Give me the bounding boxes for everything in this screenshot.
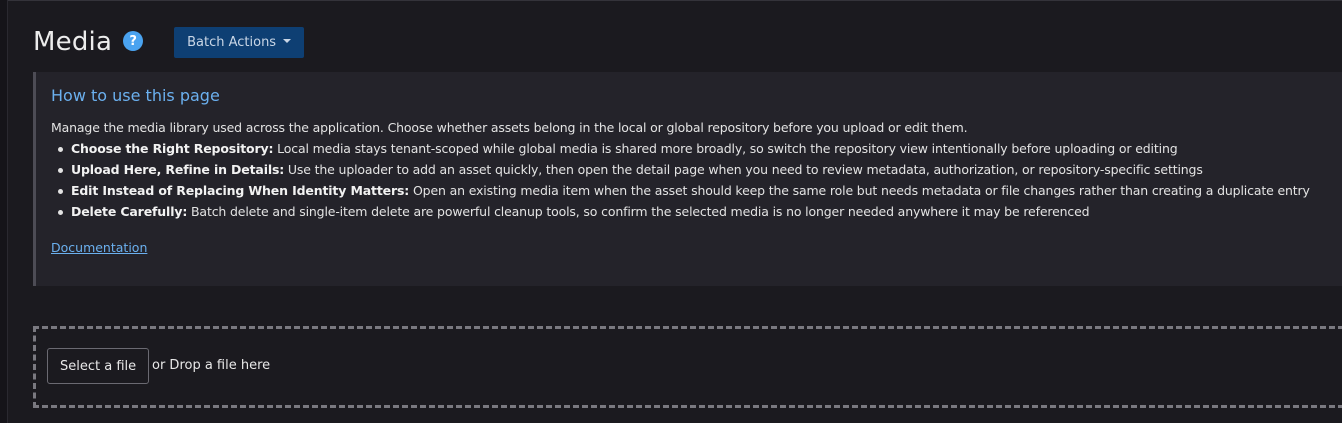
documentation-link[interactable]: Documentation bbox=[51, 240, 147, 255]
file-dropzone[interactable]: Select a file or Drop a file here bbox=[33, 326, 1342, 408]
how-to-title: How to use this page bbox=[51, 86, 220, 105]
list-item: Edit Instead of Replacing When Identity … bbox=[58, 180, 1310, 201]
page-header: Media ? Batch Actions bbox=[33, 24, 305, 60]
list-item: Delete Carefully: Batch delete and singl… bbox=[58, 201, 1310, 222]
list-item-text: Open an existing media item when the ass… bbox=[409, 183, 1310, 198]
list-item-text: Batch delete and single-item delete are … bbox=[187, 204, 1090, 219]
how-to-description: Manage the media library used across the… bbox=[51, 120, 968, 135]
help-icon[interactable]: ? bbox=[123, 31, 144, 51]
page-title: Media bbox=[33, 27, 113, 57]
list-item-heading: Delete Carefully: bbox=[71, 204, 188, 219]
caret-down-icon bbox=[283, 38, 292, 43]
select-file-button[interactable]: Select a file bbox=[47, 348, 150, 384]
list-item-heading: Edit Instead of Replacing When Identity … bbox=[71, 183, 410, 198]
left-rail bbox=[0, 0, 8, 423]
list-item: Upload Here, Refine in Details: Use the … bbox=[58, 159, 1310, 180]
list-item: Choose the Right Repository: Local media… bbox=[58, 138, 1310, 159]
how-to-panel: How to use this page Manage the media li… bbox=[33, 72, 1342, 286]
top-border bbox=[0, 0, 1342, 1]
drop-hint: or Drop a file here bbox=[152, 358, 271, 373]
list-item-heading: Choose the Right Repository: bbox=[71, 141, 274, 156]
list-item-heading: Upload Here, Refine in Details: bbox=[71, 162, 285, 177]
batch-actions-label: Batch Actions bbox=[187, 34, 277, 50]
list-item-text: Use the uploader to add an asset quickly… bbox=[284, 162, 1203, 177]
batch-actions-button[interactable]: Batch Actions bbox=[174, 26, 305, 58]
list-item-text: Local media stays tenant-scoped while gl… bbox=[273, 141, 1178, 156]
how-to-list: Choose the Right Repository: Local media… bbox=[51, 138, 1310, 222]
